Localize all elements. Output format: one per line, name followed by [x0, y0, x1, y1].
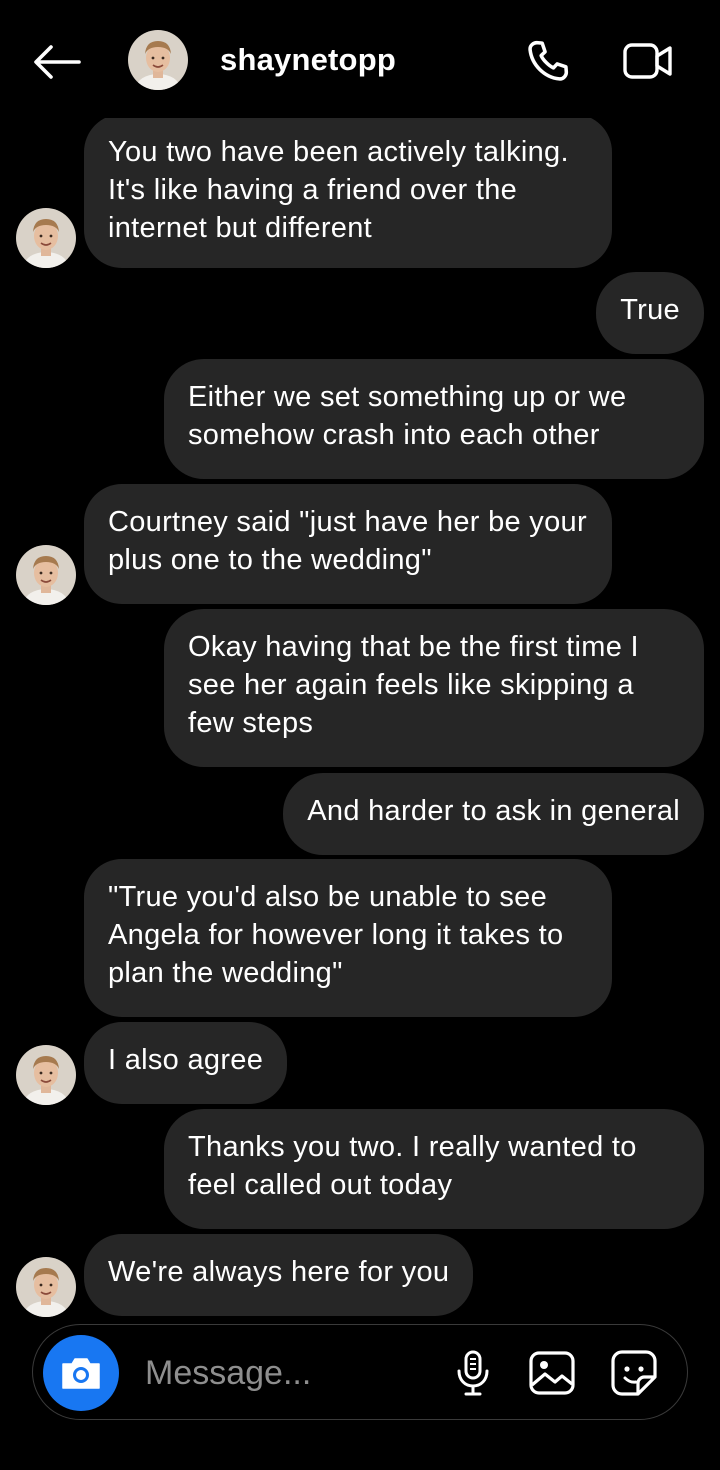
phone-icon: [528, 40, 569, 81]
contact-avatar[interactable]: [16, 1045, 76, 1105]
outgoing-message[interactable]: True: [596, 272, 704, 354]
outgoing-message[interactable]: Thanks you two. I really wanted to feel …: [164, 1109, 704, 1229]
arrow-left-icon: [34, 45, 81, 79]
outgoing-message[interactable]: And harder to ask in general: [283, 773, 704, 855]
video-call-button[interactable]: [618, 36, 678, 86]
incoming-message[interactable]: You two have been actively talking. It's…: [84, 114, 612, 268]
contact-avatar[interactable]: [16, 208, 76, 268]
gallery-button[interactable]: [525, 1347, 579, 1399]
message-thread[interactable]: You two have been actively talking. It's…: [0, 0, 720, 1330]
incoming-message[interactable]: Courtney said "just have her be your plu…: [84, 484, 612, 604]
voice-call-button[interactable]: [520, 36, 576, 86]
microphone-icon: [457, 1350, 489, 1396]
contact-avatar[interactable]: [16, 545, 76, 605]
message-input[interactable]: [145, 1351, 445, 1395]
sticker-button[interactable]: [607, 1347, 661, 1399]
incoming-message[interactable]: I also agree: [84, 1022, 288, 1104]
incoming-message[interactable]: "True you'd also be unable to see Angela…: [84, 859, 612, 1017]
back-button[interactable]: [28, 40, 84, 84]
outgoing-message[interactable]: Either we set something up or we somehow…: [164, 359, 704, 479]
sticker-icon: [611, 1350, 657, 1396]
username[interactable]: shaynetopp: [220, 42, 396, 78]
image-icon: [529, 1351, 575, 1395]
incoming-message[interactable]: We're always here for you: [84, 1234, 474, 1316]
camera-icon: [62, 1358, 100, 1389]
camera-button[interactable]: [43, 1335, 119, 1411]
video-camera-icon: [623, 43, 672, 79]
chat-header: shaynetopp: [0, 0, 720, 118]
message-composer: [32, 1324, 688, 1420]
header-avatar[interactable]: [128, 30, 188, 90]
outgoing-message[interactable]: Okay having that be the first time I see…: [164, 609, 704, 767]
voice-message-button[interactable]: [451, 1347, 495, 1399]
contact-avatar[interactable]: [16, 1257, 76, 1317]
